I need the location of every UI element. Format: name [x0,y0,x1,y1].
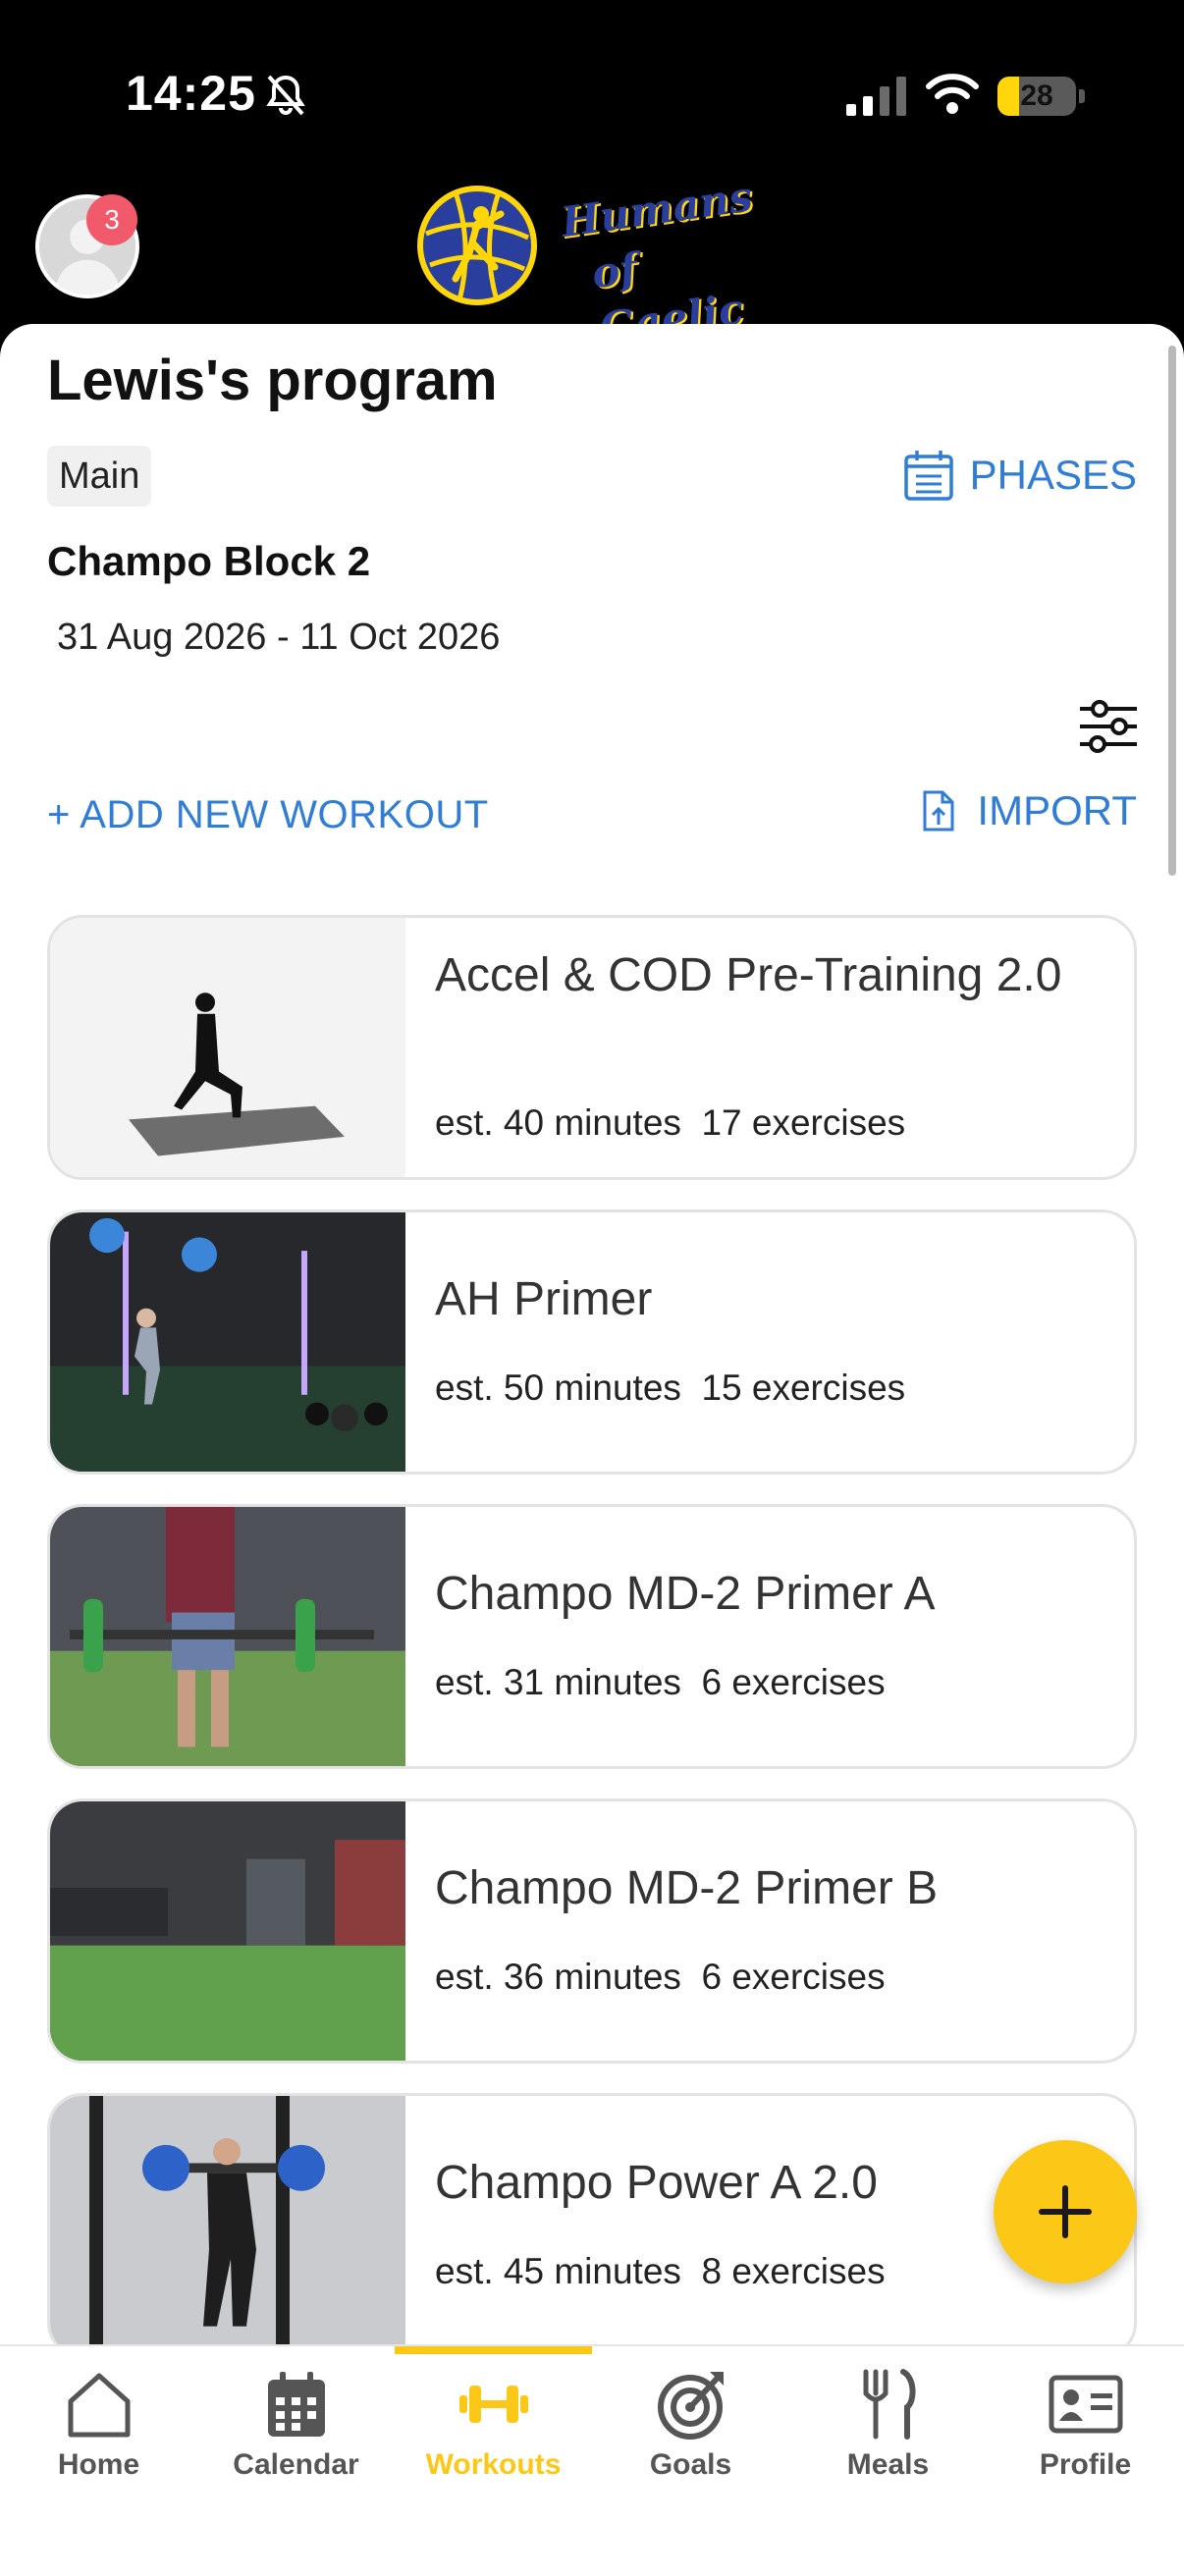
calendar-icon [268,2372,325,2437]
nav-item-home[interactable]: Home [0,2346,197,2576]
fork-knife-icon [863,2369,916,2440]
workout-name: Champo MD-2 Primer A [435,1568,936,1620]
nav-label-home: Home [57,2448,140,2481]
add-fab-button[interactable] [994,2140,1137,2283]
battery-text: 28 [1020,80,1053,112]
workout-meta: est. 36 minutes 6 exercises [435,1957,886,1997]
nav-label-workouts: Workouts [425,2448,562,2481]
phases-button[interactable]: PHASES [903,444,1137,507]
notification-badge: 3 [86,194,137,245]
nav-label-calendar: Calendar [233,2448,359,2481]
phases-label: PHASES [969,452,1137,498]
status-bar: 14:25 28 [0,0,1184,187]
workout-name: Champo MD-2 Primer B [435,1862,939,1914]
workout-thumbnail [50,1212,405,1472]
block-name: Champo Block 2 [47,538,371,584]
filter-sliders-icon[interactable] [1078,697,1139,756]
brand-logo [417,186,537,305]
workout-thumbnail [50,1507,405,1766]
nav-label-profile: Profile [1039,2448,1132,2481]
import-label: IMPORT [977,787,1137,833]
workout-meta: est. 31 minutes 6 exercises [435,1662,886,1702]
nav-item-goals[interactable]: Goals [592,2346,789,2576]
wifi-icon [926,74,979,114]
workout-thumbnail [50,2096,405,2346]
calendar-list-icon [903,451,953,501]
import-button[interactable]: IMPORT [922,787,1137,834]
page-title: Lewis's program [47,349,498,412]
nav-label-goals: Goals [649,2448,732,2481]
home-icon [68,2373,131,2438]
program-chip: Main [47,446,152,507]
nav-item-workouts[interactable]: Workouts [395,2346,592,2576]
workout-card[interactable]: Accel & COD Pre-Training 2.0 est. 40 min… [47,915,1137,1180]
battery-nub [1079,89,1085,103]
nav-label-meals: Meals [846,2448,930,2481]
nav-item-profile[interactable]: Profile [987,2346,1184,2576]
cellular-signal-icon [846,77,906,116]
add-new-workout-button[interactable]: + ADD NEW WORKOUT [47,793,489,837]
workout-list: Accel & COD Pre-Training 2.0 est. 40 min… [47,915,1137,2346]
battery-icon: 28 [997,77,1076,116]
workout-card[interactable]: AH Primer est. 50 minutes 15 exercises [47,1209,1137,1475]
nav-item-calendar[interactable]: Calendar [197,2346,395,2576]
workout-thumbnail [50,918,405,1177]
workout-meta: est. 40 minutes 17 exercises [435,1102,906,1143]
plus-icon [1039,2185,1092,2238]
workout-card[interactable]: Champo MD-2 Primer A est. 31 minutes 6 e… [47,1504,1137,1769]
nav-item-meals[interactable]: Meals [789,2346,987,2576]
workout-thumbnail [50,1801,405,2061]
bell-slash-icon [266,75,305,116]
file-upload-icon [923,790,954,832]
workout-meta: est. 45 minutes 8 exercises [435,2251,886,2291]
block-dates: 31 Aug 2026 - 11 Oct 2026 [57,617,501,658]
program-sheet: Lewis's program Main PHASES Champo Block… [0,324,1184,2346]
status-time: 14:25 [126,66,256,121]
scrollbar[interactable] [1168,346,1176,876]
active-tab-indicator [395,2346,592,2354]
workout-meta: est. 50 minutes 15 exercises [435,1368,906,1408]
workout-card[interactable]: Champo MD-2 Primer B est. 36 minutes 6 e… [47,1798,1137,2064]
workout-name: Accel & COD Pre-Training 2.0 [435,949,1062,1001]
bottom-nav: Home Calendar Workouts Goals Meals Profi… [0,2344,1184,2576]
dumbbell-icon [459,2386,528,2423]
target-icon [658,2372,724,2440]
workout-card[interactable]: Champo Power A 2.0 est. 45 minutes 8 exe… [47,2093,1137,2346]
brand-name: Humans of Gaelic [542,168,774,351]
id-card-icon [1049,2375,1123,2434]
workout-name: AH Primer [435,1273,653,1325]
